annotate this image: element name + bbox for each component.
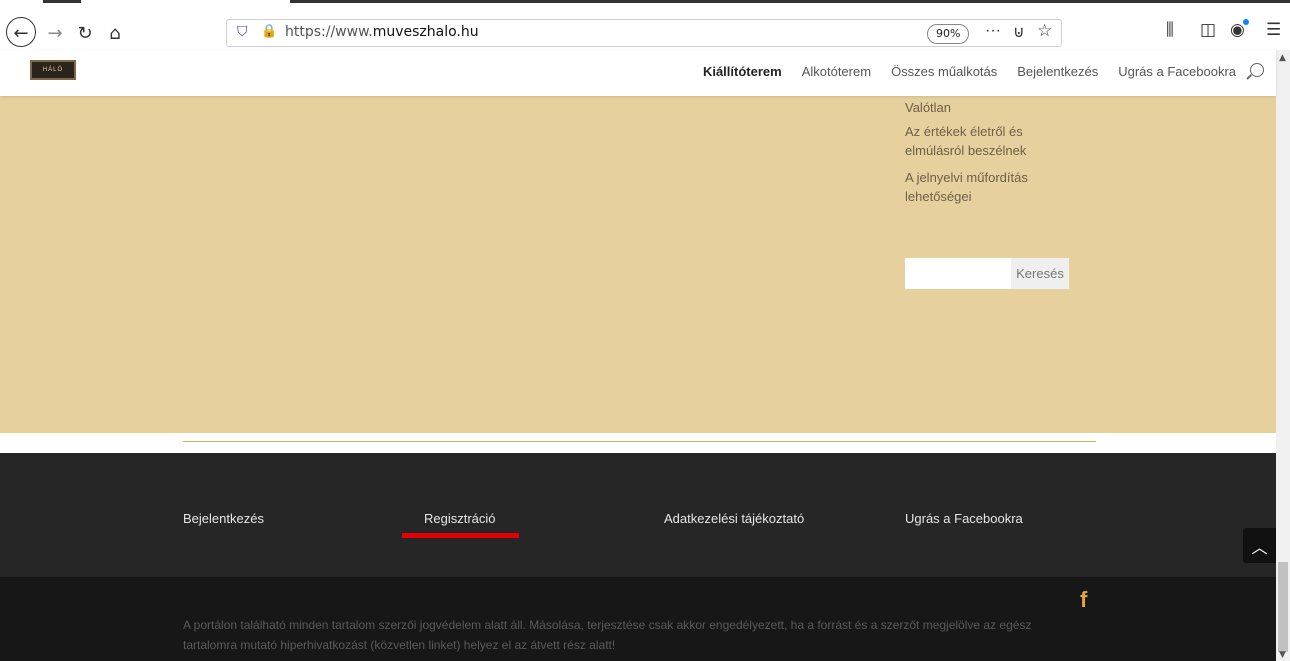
url-bar[interactable]: ⛉ 🔒 https://www.muveszhalo.hu 90% ··· ⊍ …: [226, 19, 1062, 47]
widget-link-valotlan[interactable]: Valótlan: [905, 98, 1055, 117]
footer-bottom: f A portálon található minden tartalom s…: [0, 577, 1276, 661]
sidebar-icon[interactable]: ◫: [1200, 20, 1216, 40]
pocket-icon[interactable]: ⊍: [1013, 22, 1025, 41]
footer-links-area: Bejelentkezés Regisztráció Adatkezelési …: [0, 453, 1276, 577]
scroll-up-arrow-icon[interactable]: ▲: [1279, 53, 1286, 63]
tab-strip: [290, 0, 1290, 3]
divider-line: [183, 441, 1096, 442]
reload-icon[interactable]: ↻: [70, 18, 100, 48]
footer-link-adatkezelesi[interactable]: Adatkezelési tájékoztató: [664, 511, 804, 526]
home-icon[interactable]: ⌂: [100, 18, 130, 48]
zoom-indicator[interactable]: 90%: [927, 24, 970, 44]
forward-icon[interactable]: →: [40, 18, 70, 48]
back-icon: ←: [13, 22, 29, 44]
tab-indicator: [43, 0, 81, 3]
copyright-text: A portálon található minden tartalom sze…: [183, 618, 1032, 652]
widget-link-ertekek[interactable]: Az értékek életről és elmúlásról beszéln…: [905, 122, 1055, 160]
footer-link-facebook[interactable]: Ugrás a Facebookra: [905, 511, 1023, 526]
menu-item-alkototerem[interactable]: Alkotóterem: [802, 64, 871, 79]
scrollbar-thumb[interactable]: [1278, 562, 1288, 652]
shield-icon[interactable]: ⛉: [237, 24, 248, 40]
search-input[interactable]: [905, 258, 1011, 289]
footer-link-bejelentkezes[interactable]: Bejelentkezés: [183, 511, 264, 526]
url-text[interactable]: https://www.muveszhalo.hu: [285, 24, 479, 40]
menu-item-facebook[interactable]: Ugrás a Facebookra: [1118, 64, 1236, 79]
menu-item-kiallitoterem[interactable]: Kiállítóterem: [703, 64, 782, 79]
content-area: Valótlan Az értékek életről és elmúlásró…: [0, 96, 1276, 433]
notification-dot: [1243, 19, 1249, 25]
facebook-icon[interactable]: f: [1080, 587, 1087, 613]
scroll-down-arrow-icon[interactable]: ▼: [1279, 650, 1286, 660]
scroll-to-top-button[interactable]: ︿: [1243, 528, 1276, 563]
lock-icon[interactable]: 🔒: [261, 24, 277, 39]
menu-item-bejelentkezes[interactable]: Bejelentkezés: [1017, 64, 1098, 79]
logo-text: HÁLÓ: [42, 67, 64, 73]
site-logo[interactable]: HÁLÓ: [30, 60, 76, 80]
url-domain: muveszhalo.hu: [372, 24, 479, 40]
menu-icon[interactable]: ☰: [1266, 20, 1281, 40]
content-bottom-spacer: [0, 433, 1276, 453]
browser-chrome: ← → ↻ ⌂ ⛉ 🔒 https://www.muveszhalo.hu 90…: [0, 0, 1290, 50]
library-icon[interactable]: ⫼: [1166, 20, 1174, 40]
url-prefix: https://www.: [285, 24, 373, 40]
main-menu: Kiállítóterem Alkotóterem Összes műalkot…: [703, 64, 1236, 79]
search-button[interactable]: Keresés: [1011, 258, 1069, 289]
footer-link-regisztracio[interactable]: Regisztráció: [424, 511, 496, 526]
more-icon[interactable]: ···: [985, 22, 1001, 40]
highlight-underline: [402, 533, 519, 538]
menu-item-osszes-mualkotas[interactable]: Összes műalkotás: [891, 64, 997, 79]
widget-link-jelnyelvi[interactable]: A jelnyelvi műfordítás lehetőségei: [905, 168, 1055, 206]
chevron-up-icon: ︿: [1251, 537, 1268, 557]
search-icon[interactable]: [1250, 63, 1264, 77]
bookmark-star-icon[interactable]: ☆: [1037, 21, 1052, 41]
site-header: HÁLÓ Kiállítóterem Alkotóterem Összes mű…: [0, 50, 1276, 96]
